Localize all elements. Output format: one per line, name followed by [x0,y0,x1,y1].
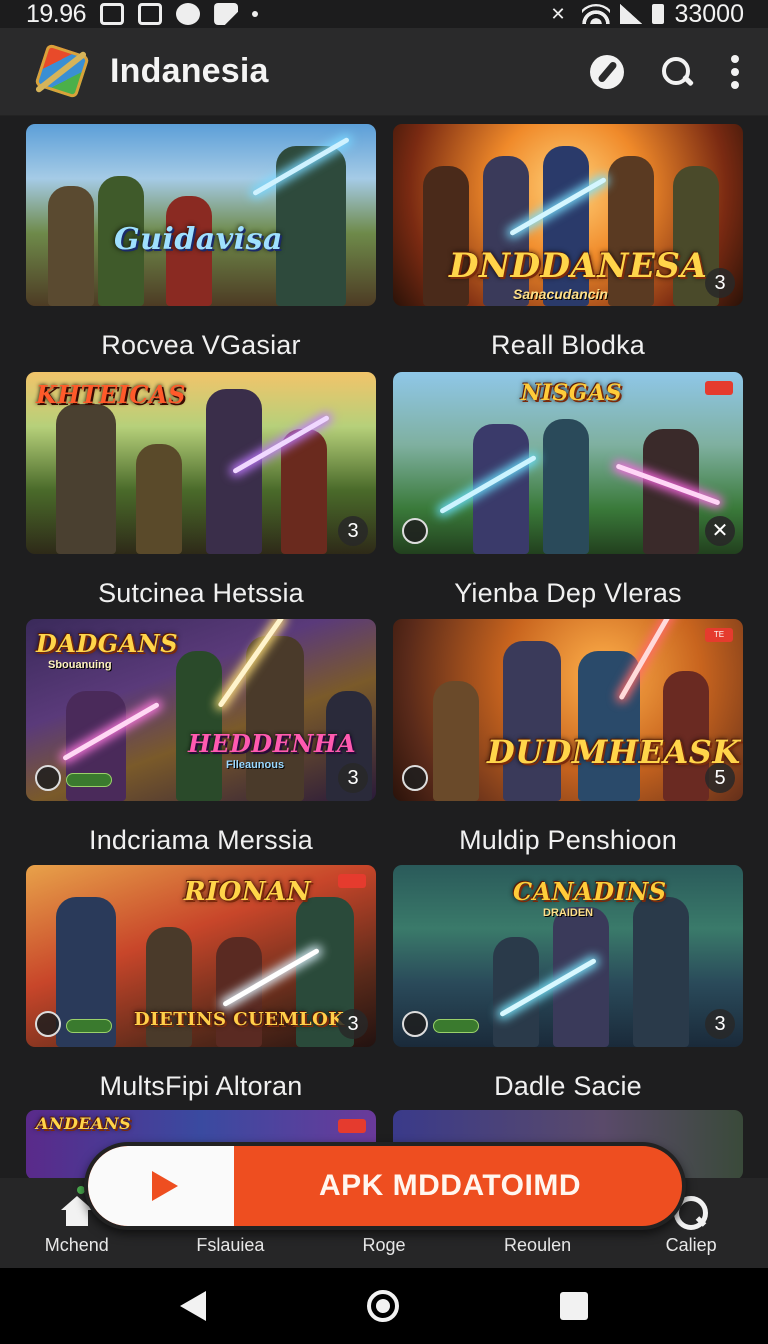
game-art-logo: CANADINS [513,877,667,906]
apk-banner-label: APK MDDATOIMD [318,1169,582,1202]
message-icon [176,3,201,25]
edit-icon [214,3,239,25]
game-card-7[interactable]: RIONAN DIETINS CUEMLOK 3 MultsFipi Altor… [26,865,376,1102]
wifi-icon [582,4,611,24]
game-title[interactable]: Indcriama Merssia [26,825,376,856]
game-art-logo: DUDMHEASK [487,733,741,771]
count-badge: 5 [705,763,735,793]
gallery-icon [100,3,125,25]
game-pill-badge [66,773,112,787]
nav-label: Fslauiea [196,1235,265,1255]
game-thumbnail[interactable]: DADGANS Sbouanuing HEDDENHA Flleaunous 3 [26,619,376,801]
game-art-logo: DNDDANESA [449,246,708,286]
game-corner-icon [35,765,61,791]
game-art-subtitle-2: Flleaunous [226,759,285,771]
game-card-4[interactable]: NISGAS ✕ Yienba Dep Vleras [393,372,743,609]
game-card-8[interactable]: CANADINS DRAIDEN 3 Dadle Sacie [393,865,743,1102]
count-badge: 3 [705,1009,735,1039]
app-bar: Indanesia [0,28,768,116]
game-art-logo: NISGAS [521,380,623,406]
search-icon[interactable] [660,55,694,89]
game-thumbnail[interactable]: NISGAS ✕ [393,372,743,554]
game-art-logo: ANDEANS [36,1114,132,1133]
game-thumbnail[interactable]: Guidavisa [26,124,376,306]
compass-icon[interactable] [590,54,624,89]
game-corner-icon [402,518,428,544]
game-art-subtitle: DRAIDEN [543,907,594,919]
nav-label: Mchend [44,1235,109,1255]
game-corner-icon [402,765,428,791]
nav-label: Reoulen [504,1235,572,1255]
recents-icon[interactable] [559,1292,588,1320]
game-title[interactable]: MultsFipi Altoran [26,1071,376,1102]
count-badge: 3 [338,516,368,546]
home-button-icon[interactable] [366,1290,399,1322]
play-icon [152,1171,178,1201]
game-art-logo: KHTEICAS [36,380,186,409]
status-bar: 19.96 ✕ 33000 [0,0,768,28]
count-badge: 3 [705,268,735,298]
game-pill-badge [433,1019,479,1033]
tag-badge [338,1119,366,1133]
app-title: Indanesia [110,52,269,90]
apk-download-banner[interactable]: APK MDDATOIMD [84,1142,686,1230]
game-corner-icon [402,1011,428,1037]
game-card-5[interactable]: DADGANS Sbouanuing HEDDENHA Flleaunous 3… [26,619,376,856]
signal-icon [620,4,643,24]
game-title[interactable]: Yienba Dep Vleras [393,578,743,609]
tag-badge: TE [705,628,733,642]
more-vert-icon[interactable] [730,54,740,89]
mute-icon: ✕ [550,4,566,24]
game-pill-badge [66,1019,112,1033]
status-left: 19.96 [26,0,259,29]
game-corner-icon [35,1011,61,1037]
battery-icon [652,4,665,24]
nav-label: Roge [362,1235,406,1255]
game-thumbnail[interactable]: RIONAN DIETINS CUEMLOK 3 [26,865,376,1047]
game-thumbnail[interactable]: DNDDANESA Sanacudancin 3 [393,124,743,306]
more-notifications-dot [252,11,259,17]
game-card-6[interactable]: DUDMHEASK TE 5 Muldip Penshioon [393,619,743,856]
tag-badge [338,874,366,888]
status-right-text: 33000 [674,0,744,28]
game-art-logo-2: DIETINS CUEMLOK [134,1009,345,1030]
game-art-logo-2: HEDDENHA [188,729,357,758]
count-badge: 3 [338,763,368,793]
game-card-1[interactable]: Guidavisa Rocvea VGasiar [26,124,376,361]
game-title[interactable]: Rocvea VGasiar [26,330,376,361]
play-button[interactable] [88,1146,234,1226]
game-title[interactable]: Dadle Sacie [393,1071,743,1102]
game-art-subtitle: Sanacudancin [513,286,608,302]
app-actions [590,54,740,89]
status-right: ✕ 33000 [550,0,744,29]
app-logo [28,39,94,105]
back-icon[interactable] [180,1291,207,1321]
game-title[interactable]: Sutcinea Hetssia [26,578,376,609]
game-thumbnail[interactable]: DUDMHEASK TE 5 [393,619,743,801]
game-thumbnail[interactable]: CANADINS DRAIDEN 3 [393,865,743,1047]
game-card-2[interactable]: DNDDANESA Sanacudancin 3 Reall Blodka [393,124,743,361]
status-time: 19.96 [26,0,87,28]
tag-badge [705,381,733,395]
game-card-3[interactable]: KHTEICAS 3 Sutcinea Hetssia [26,372,376,609]
game-title[interactable]: Reall Blodka [393,330,743,361]
nav-label: Caliep [665,1235,717,1255]
system-nav-bar [0,1268,768,1344]
game-art-subtitle: Sbouanuing [48,659,112,671]
game-art-logo: RIONAN [184,877,312,907]
app-notification-icon [138,3,163,25]
game-art-logo: DADGANS [36,629,179,658]
tools-icon: ✕ [705,516,735,546]
count-badge: 3 [338,1009,368,1039]
game-title[interactable]: Muldip Penshioon [393,825,743,856]
game-art-logo: Guidavisa [114,222,283,257]
game-thumbnail[interactable]: KHTEICAS 3 [26,372,376,554]
